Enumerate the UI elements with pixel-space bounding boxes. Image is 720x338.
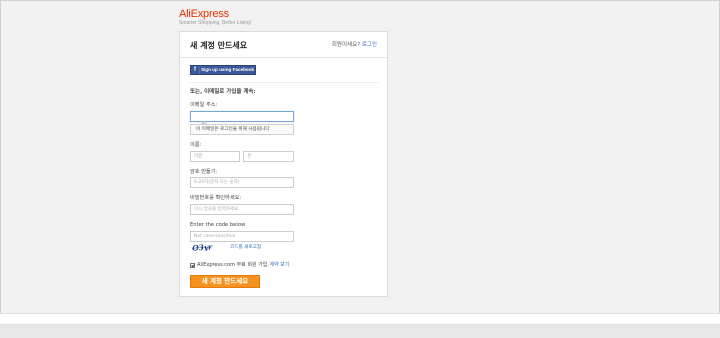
facebook-signup-button[interactable]: f Sign up using Facebook bbox=[190, 65, 256, 75]
captcha-input[interactable]: Not case-sensitive bbox=[190, 231, 294, 242]
footer-band bbox=[0, 313, 720, 325]
footer-area bbox=[0, 325, 720, 338]
captcha-image: Q3yr bbox=[191, 243, 213, 251]
password-input[interactable]: 6-20자(문자 또는 숫자) bbox=[190, 177, 294, 188]
last-name-input[interactable]: 성 bbox=[243, 151, 294, 162]
member-question: 회원이세요? 로그인 bbox=[332, 42, 377, 49]
facebook-signup-label: Sign up using Facebook bbox=[200, 67, 255, 72]
card-header: 새 계정 만드세요 회원이세요? 로그인 bbox=[180, 32, 387, 58]
facebook-icon: f bbox=[191, 66, 200, 74]
confirm-password-label: 비밀번호를 확인하세요: bbox=[190, 195, 242, 201]
page-title: 새 계정 만드세요 bbox=[190, 41, 248, 50]
captcha-label: Enter the code below bbox=[190, 222, 246, 228]
aliexpress-logo[interactable]: AliExpress Smarter Shopping, Better Livi… bbox=[179, 8, 251, 26]
refresh-captcha-link[interactable]: 코드를 새로고침 bbox=[230, 245, 261, 251]
signup-card: 새 계정 만드세요 회원이세요? 로그인 f Sign up using Fac… bbox=[179, 31, 388, 297]
agreement-text: AliExpress.com 무료 회원 가입 bbox=[197, 262, 268, 268]
email-signup-heading: 또는, 이메일로 가입을 계속: bbox=[190, 89, 256, 95]
first-name-input[interactable]: 이름 bbox=[190, 151, 240, 162]
agreement-checkbox[interactable] bbox=[190, 263, 195, 268]
member-question-text: 회원이세요? bbox=[331, 42, 361, 48]
captcha-text: Q3yr bbox=[192, 243, 213, 251]
logo-express: Express bbox=[190, 8, 230, 20]
email-label: 이메일 주소: bbox=[190, 102, 218, 108]
view-agreement-link[interactable]: 계약 보기 bbox=[269, 262, 289, 269]
create-account-button[interactable]: 새 계정 만드세요 bbox=[190, 275, 260, 288]
login-link[interactable]: 로그인 bbox=[362, 42, 377, 48]
section-divider bbox=[190, 82, 378, 83]
logo-wordmark: AliExpress bbox=[179, 8, 251, 20]
password-label: 암호 만들기: bbox=[190, 169, 218, 175]
logo-ali: Ali bbox=[179, 8, 191, 20]
name-label: 이름: bbox=[190, 142, 202, 148]
email-tooltip: 이 이메일은 로그인을 위해 사용됩니다 bbox=[190, 121, 294, 135]
logo-tagline: Smarter Shopping, Better Living! bbox=[179, 20, 252, 26]
agreement-row: AliExpress.com 무료 회원 가입 계약 보기 bbox=[190, 262, 289, 269]
confirm-password-input[interactable]: 다시 암호를 입력하세요 bbox=[190, 204, 294, 215]
